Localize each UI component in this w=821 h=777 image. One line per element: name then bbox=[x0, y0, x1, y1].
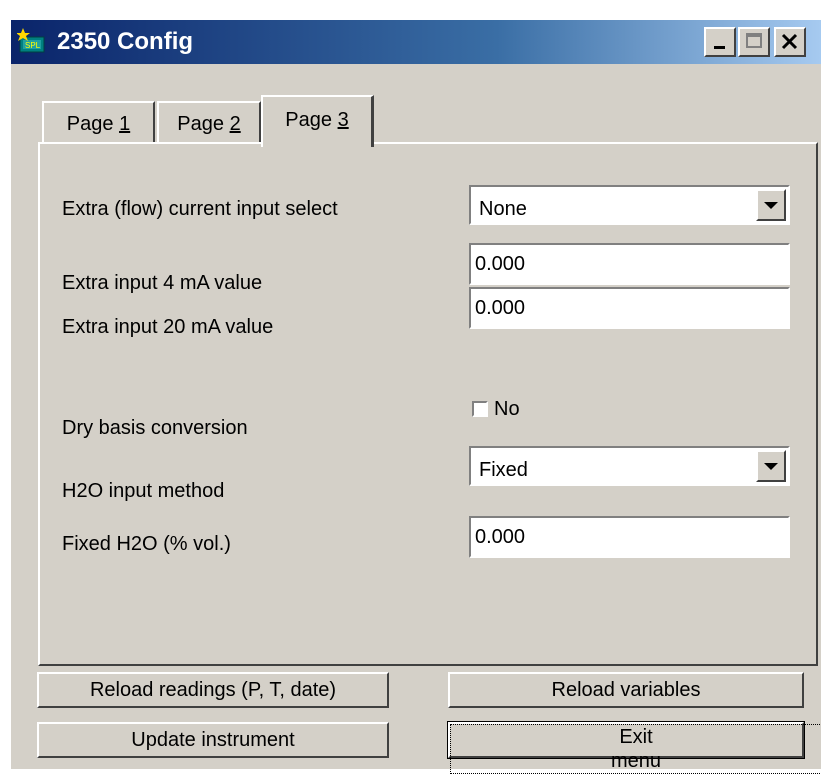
tab-page-1[interactable]: Page 1 bbox=[42, 101, 155, 143]
h2o-method-label: H2O input method bbox=[62, 480, 225, 502]
minimize-icon bbox=[714, 46, 725, 49]
dry-basis-checkbox[interactable] bbox=[472, 401, 488, 417]
exit-menu-label: Exit menu bbox=[450, 724, 821, 774]
tab-mnemonic: 1 bbox=[119, 113, 131, 135]
extra-flow-value: None bbox=[479, 198, 527, 220]
dry-basis-label: Dry basis conversion bbox=[62, 417, 248, 439]
tab-label: Page bbox=[66, 113, 120, 135]
close-button[interactable] bbox=[774, 27, 806, 57]
maximize-icon bbox=[746, 33, 762, 48]
svg-text:SPL: SPL bbox=[25, 41, 41, 50]
extra-4ma-label: Extra input 4 mA value bbox=[62, 272, 263, 294]
tab-mnemonic: 3 bbox=[337, 109, 349, 131]
minimize-button[interactable] bbox=[704, 27, 736, 57]
tab-mnemonic: 2 bbox=[229, 113, 241, 135]
dropdown-arrow-button[interactable] bbox=[756, 450, 786, 482]
window-title: 2350 Config bbox=[57, 28, 194, 55]
extra-flow-select[interactable]: None bbox=[469, 185, 790, 225]
fixed-h2o-label: Fixed H2O (% vol.) bbox=[62, 533, 231, 555]
dropdown-arrow-button[interactable] bbox=[756, 189, 786, 221]
extra-20ma-label: Extra input 20 mA value bbox=[62, 316, 274, 338]
title-bar[interactable]: SPL 2350 Config bbox=[11, 20, 821, 64]
extra-flow-label: Extra (flow) current input select bbox=[62, 198, 338, 220]
close-icon bbox=[781, 33, 798, 50]
extra-20ma-input[interactable]: 0.000 bbox=[469, 287, 790, 329]
chevron-down-icon bbox=[764, 463, 778, 470]
tab-page-2[interactable]: Page 2 bbox=[157, 101, 261, 143]
reload-readings-button[interactable]: Reload readings (P, T, date) bbox=[37, 672, 389, 708]
tab-label: Page bbox=[177, 113, 230, 135]
h2o-method-value: Fixed bbox=[479, 459, 528, 481]
tab-label: Page bbox=[285, 109, 338, 131]
reload-variables-button[interactable]: Reload variables bbox=[448, 672, 804, 708]
instrument-app-icon[interactable]: SPL bbox=[16, 28, 47, 54]
tab-page-3[interactable]: Page 3 bbox=[261, 95, 374, 147]
fixed-h2o-input[interactable]: 0.000 bbox=[469, 516, 790, 558]
config-window: SPL 2350 Config Page 1 Page 2 Page 3 Ext… bbox=[9, 20, 821, 774]
extra-4ma-input[interactable]: 0.000 bbox=[469, 243, 790, 285]
h2o-method-select[interactable]: Fixed bbox=[469, 446, 790, 486]
exit-menu-button[interactable]: Exit menu bbox=[447, 721, 821, 774]
maximize-button[interactable] bbox=[738, 27, 770, 57]
dry-basis-checkbox-label[interactable]: No bbox=[494, 398, 520, 421]
update-instrument-button[interactable]: Update instrument bbox=[37, 722, 389, 758]
chevron-down-icon bbox=[764, 202, 778, 209]
